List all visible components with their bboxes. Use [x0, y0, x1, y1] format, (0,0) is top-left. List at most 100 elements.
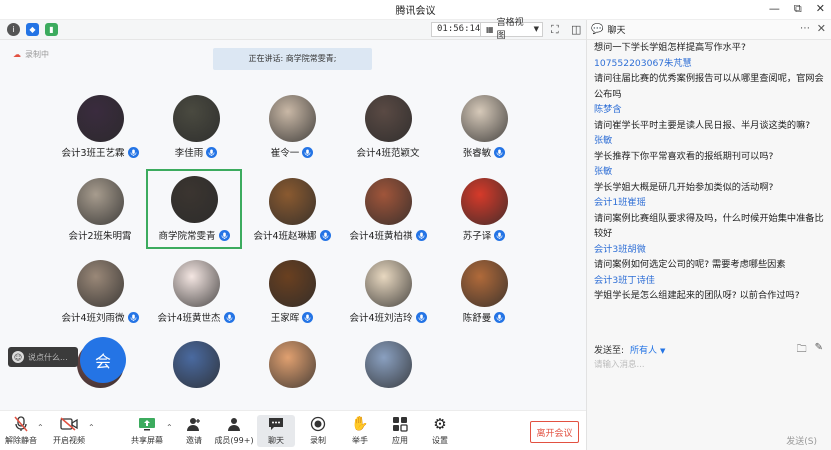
participant-tile[interactable]: 会计2班朱明霄	[52, 171, 148, 251]
avatar	[365, 178, 412, 225]
share-options-caret[interactable]: ⌃	[166, 423, 173, 432]
participant-tile[interactable]: 会计4班黄世杰	[148, 253, 244, 333]
participant-tile[interactable]: 会计3班王艺霖	[52, 88, 148, 168]
settings-button[interactable]: ⚙ 设置	[421, 415, 459, 446]
invite-button[interactable]: 邀请	[175, 415, 213, 446]
participant-name-bar: 会计4班刘雨微	[52, 310, 148, 324]
video-toolbar: i ◆ ▮ 01:56:14 ▦ 宫格视图 ▼ ⛶ ◫	[0, 18, 586, 41]
participant-name: 会计4班黄世杰	[157, 313, 221, 324]
participant-tile[interactable]	[244, 334, 340, 410]
grid-view-button[interactable]: ▦ 宫格视图 ▼	[480, 18, 543, 41]
chat-text: 请问往届比赛的优秀案例报告可以从哪里查阅呢，官网会公布吗	[594, 73, 824, 100]
chat-sender[interactable]: 张敏	[594, 133, 825, 149]
chat-text: 学姐学长是怎么组建起来的团队呀? 以前合作过吗?	[594, 290, 800, 301]
participant-tile[interactable]: 苏子译	[436, 171, 532, 251]
title-bar: 腾讯会议 — ⧉ ✕	[0, 0, 831, 20]
info-icon[interactable]: i	[7, 23, 20, 36]
cloud-record-icon: ☁	[13, 50, 21, 59]
members-button[interactable]: 成员(99+)	[214, 415, 254, 446]
send-button[interactable]: 发送(S)	[786, 434, 817, 447]
participant-tile[interactable]: 张睿敏	[436, 88, 532, 168]
send-to-row: 发送至: 所有人 ▼	[594, 343, 665, 356]
emoji-icon[interactable]: ☺	[12, 351, 24, 363]
participant-name-bar: 会计2班朱明霄	[52, 228, 148, 242]
participant-name: 会计4班赵琳娜	[253, 231, 317, 242]
avatar	[173, 341, 220, 388]
send-to-dropdown[interactable]: 所有人 ▼	[630, 343, 665, 356]
chat-sender[interactable]: 会计1班崔瑶	[594, 195, 825, 211]
mic-muted-icon	[12, 415, 30, 433]
fullscreen-icon[interactable]: ⛶	[551, 23, 559, 37]
minimize-icon[interactable]: —	[769, 2, 780, 16]
chat-title: 聊天	[607, 26, 626, 36]
close-icon[interactable]: ✕	[816, 2, 825, 16]
participant-tile[interactable]: 李佳雨	[148, 88, 244, 168]
chat-text: 请问崔学长平时主要是读人民日报、半月谈这类的嘛?	[594, 119, 811, 131]
participant-name: 商学院常雯青	[158, 231, 216, 242]
chat-tools: 🗀 ✎	[797, 342, 823, 359]
share-screen-button[interactable]: 共享屏幕	[128, 415, 166, 446]
chat-header-icon: 💬	[591, 24, 604, 35]
chevron-down-icon: ▼	[533, 25, 539, 33]
participant-tile[interactable]: 会计4班范颖文	[340, 88, 436, 168]
participant-tile[interactable]	[340, 334, 436, 410]
chat-sender[interactable]: 107552203067朱芃慧	[594, 56, 825, 72]
participant-tile[interactable]: 会计4班赵琳娜	[244, 171, 340, 251]
layout-icon[interactable]: ◫	[571, 23, 581, 36]
participant-name: 陈舒曼	[462, 313, 492, 324]
avatar	[77, 95, 124, 142]
avatar	[365, 95, 412, 142]
file-icon[interactable]: 🗀	[797, 342, 807, 359]
screenshot-icon[interactable]: ✎	[815, 342, 823, 359]
participant-tile[interactable]: 会计4班刘洁玲	[340, 253, 436, 333]
participant-tile[interactable]	[148, 334, 244, 410]
chat-message: 张敏 学长推荐下你平常喜欢看的报纸期刊可以吗?	[594, 133, 825, 164]
raise-hand-button[interactable]: ✋ 举手	[341, 415, 379, 446]
start-video-button[interactable]: 开启视频	[50, 415, 88, 446]
chat-message: 会计3班胡微 请问案例如何选定公司的呢? 需要考虑哪些因素	[594, 242, 825, 273]
participant-name-bar: 崔令一	[244, 145, 340, 159]
chat-sender[interactable]: 陈梦含	[594, 102, 825, 118]
signal-icon[interactable]: ▮	[45, 23, 58, 36]
chat-message: 张敏 学长学姐大概是研几开始参加类似的活动啊?	[594, 164, 825, 195]
participant-tile[interactable]: 会计4班刘雨微	[52, 253, 148, 333]
record-button[interactable]: 录制	[299, 415, 337, 446]
participant-tile[interactable]: 会计4班黄柏祺	[340, 171, 436, 251]
unmute-button[interactable]: 解除静音	[2, 415, 40, 446]
chat-button[interactable]: 聊天	[257, 415, 295, 447]
members-label: 成员(99+)	[214, 436, 254, 445]
start-video-label: 开启视频	[53, 436, 85, 445]
apps-button[interactable]: 应用	[381, 415, 419, 446]
share-screen-icon	[138, 415, 156, 433]
video-options-caret[interactable]: ⌃	[88, 423, 95, 432]
chat-sender[interactable]: 会计3班丁诗佳	[594, 273, 825, 289]
chat-sender[interactable]: 会计3班胡微	[594, 242, 825, 258]
participant-name-bar: 陈舒曼	[436, 310, 532, 324]
chat-text: 学长学姐大概是研几开始参加类似的活动啊?	[594, 181, 774, 193]
restore-icon[interactable]: ⧉	[794, 2, 802, 16]
participant-tile[interactable]: 王家晖	[244, 253, 340, 333]
mic-icon	[494, 229, 506, 241]
quick-chat-input[interactable]: ☺ 说点什么...	[8, 347, 78, 367]
participant-avatar-initial: 会	[80, 337, 126, 383]
more-icon[interactable]: ⋯	[800, 23, 810, 34]
mic-icon	[302, 311, 314, 323]
chat-message: 会计1班崔瑶 请问案例比赛组队要求得及吗，什么时候开始集中准备比较好	[594, 195, 825, 242]
participant-name-bar: 苏子译	[436, 228, 532, 242]
chat-sender[interactable]: 张敏	[594, 164, 825, 180]
leave-meeting-button[interactable]: 离开会议	[530, 421, 579, 443]
participant-tile[interactable]: 崔令一	[244, 88, 340, 168]
audio-options-caret[interactable]: ⌃	[37, 423, 44, 432]
participant-name-bar: 会计4班范颖文	[340, 145, 436, 159]
chat-input[interactable]: 请输入消息...	[594, 358, 645, 370]
mic-icon	[494, 146, 506, 158]
avatar	[365, 260, 412, 307]
participant-tile[interactable]: 陈舒曼	[436, 253, 532, 333]
participant-name-bar: 张睿敏	[436, 145, 532, 159]
chat-message: 会计3班丁诗佳 学姐学长是怎么组建起来的团队呀? 以前合作过吗?	[594, 273, 825, 304]
chat-text: 想问一下学长学姐怎样提高写作水平?	[594, 42, 746, 53]
avatar	[269, 341, 316, 388]
close-icon[interactable]: ✕	[817, 22, 826, 35]
participant-tile[interactable]: 商学院常雯青	[146, 169, 242, 249]
shield-icon[interactable]: ◆	[26, 23, 39, 36]
